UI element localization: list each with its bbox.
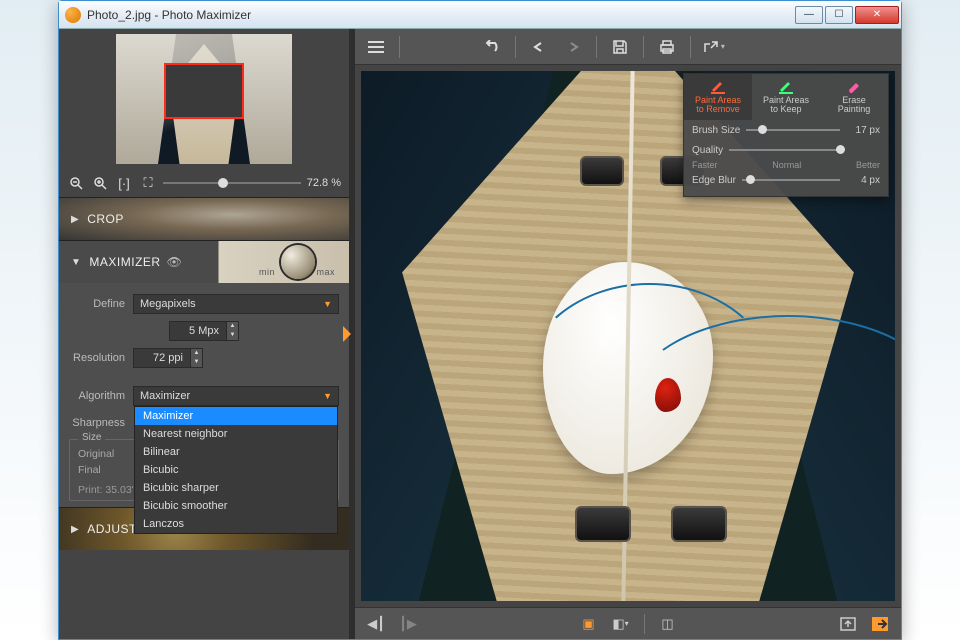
menu-icon[interactable] bbox=[361, 34, 391, 60]
redo-step-button[interactable] bbox=[558, 34, 588, 60]
dial-max-label: max bbox=[316, 267, 335, 277]
brush-size-slider[interactable] bbox=[746, 129, 840, 131]
edge-blur-label: Edge Blur bbox=[692, 175, 736, 186]
view-compare-button[interactable]: ◫ bbox=[655, 613, 681, 635]
maximizer-dial[interactable] bbox=[281, 245, 315, 279]
define-select[interactable]: Megapixels▼ bbox=[133, 294, 339, 314]
main-toolbar: ▾ bbox=[355, 29, 901, 65]
next-image-button[interactable]: ┃▶ bbox=[395, 613, 421, 635]
sharpness-label: Sharpness bbox=[69, 417, 133, 429]
section-crop-label: CROP bbox=[87, 212, 124, 226]
megapixel-spinner[interactable]: 5 Mpx▲▼ bbox=[169, 321, 239, 341]
visibility-icon[interactable]: 👁 bbox=[167, 255, 183, 269]
image-viewport[interactable]: Paint Areas to Remove Paint Areas to Kee… bbox=[355, 65, 901, 607]
algorithm-select[interactable]: Maximizer▼ MaximizerNearest neighborBili… bbox=[133, 386, 339, 406]
zoom-slider[interactable] bbox=[163, 174, 301, 192]
undo-button[interactable] bbox=[477, 34, 507, 60]
dial-min-label: min bbox=[259, 267, 275, 277]
app-icon bbox=[65, 7, 81, 23]
quality-slider[interactable] bbox=[729, 149, 840, 151]
quality-normal: Normal bbox=[772, 160, 801, 170]
viewport-selector[interactable] bbox=[164, 63, 244, 119]
resolution-label: Resolution bbox=[69, 352, 133, 364]
prev-image-button[interactable]: ◀┃ bbox=[363, 613, 389, 635]
print-button[interactable] bbox=[652, 34, 682, 60]
tab-paint-keep[interactable]: Paint Areas to Keep bbox=[752, 74, 820, 120]
thumbnail-navigator[interactable] bbox=[59, 29, 349, 169]
brush-size-value: 17 px bbox=[846, 125, 880, 136]
algorithm-label: Algorithm bbox=[69, 390, 133, 402]
algorithm-option[interactable]: Lanczos bbox=[135, 515, 337, 533]
undo-step-button[interactable] bbox=[524, 34, 554, 60]
expand-handle-icon[interactable] bbox=[343, 326, 351, 342]
algorithm-option[interactable]: Bicubic smoother bbox=[135, 497, 337, 515]
algorithm-option[interactable]: Bicubic sharper bbox=[135, 479, 337, 497]
bottom-toolbar: ◀┃ ┃▶ ▣ ◧▾ ◫ bbox=[355, 607, 901, 639]
chevron-right-icon: ▶ bbox=[71, 214, 79, 225]
save-button[interactable] bbox=[605, 34, 635, 60]
chevron-right-icon: ▶ bbox=[71, 524, 79, 535]
resolution-spinner[interactable]: 72 ppi▲▼ bbox=[133, 348, 203, 368]
paint-tools-panel[interactable]: Paint Areas to Remove Paint Areas to Kee… bbox=[683, 73, 889, 197]
size-group-label: Size bbox=[78, 432, 105, 443]
close-button[interactable]: ✕ bbox=[855, 6, 899, 24]
edge-blur-slider[interactable] bbox=[742, 179, 840, 181]
titlebar[interactable]: Photo_2.jpg - Photo Maximizer — ☐ ✕ bbox=[59, 1, 901, 29]
tab-erase[interactable]: Erase Painting bbox=[820, 74, 888, 120]
maximize-button[interactable]: ☐ bbox=[825, 6, 853, 24]
section-maximizer-label: MAXIMIZER bbox=[89, 255, 160, 269]
zoom-value: 72.8 % bbox=[307, 177, 341, 189]
algorithm-option[interactable]: Bicubic bbox=[135, 461, 337, 479]
quality-label: Quality bbox=[692, 145, 723, 156]
export-button[interactable]: ▾ bbox=[699, 34, 729, 60]
minimize-button[interactable]: — bbox=[795, 6, 823, 24]
zoom-in-icon[interactable] bbox=[91, 174, 109, 192]
final-label: Final bbox=[78, 464, 101, 476]
define-label: Define bbox=[69, 298, 133, 310]
zoom-out-icon[interactable] bbox=[67, 174, 85, 192]
chevron-down-icon: ▼ bbox=[71, 257, 81, 268]
section-crop-header[interactable]: ▶ CROP bbox=[59, 198, 349, 240]
upload-button[interactable] bbox=[835, 613, 861, 635]
algorithm-option[interactable]: Maximizer bbox=[135, 407, 337, 425]
algorithm-dropdown[interactable]: MaximizerNearest neighborBilinearBicubic… bbox=[134, 406, 338, 534]
tab-paint-remove[interactable]: Paint Areas to Remove bbox=[684, 74, 752, 120]
right-panel: ▾ Paint Areas to R bbox=[355, 29, 901, 639]
algorithm-option[interactable]: Bilinear bbox=[135, 443, 337, 461]
quality-faster: Faster bbox=[692, 160, 718, 170]
apply-button[interactable] bbox=[867, 613, 893, 635]
left-panel: [·] ⛶ 72.8 % ▶ CROP ▼ MAXIMIZER 👁 min bbox=[59, 29, 349, 639]
maximizer-panel: Define Megapixels▼ 5 Mpx▲▼ Resolution 72… bbox=[59, 283, 349, 507]
app-window: Photo_2.jpg - Photo Maximizer — ☐ ✕ [·] … bbox=[58, 0, 902, 640]
fit-screen-icon[interactable]: ⛶ bbox=[139, 174, 157, 192]
section-maximizer-header[interactable]: ▼ MAXIMIZER 👁 min max bbox=[59, 241, 349, 283]
quality-better: Better bbox=[856, 160, 880, 170]
fit-width-icon[interactable]: [·] bbox=[115, 174, 133, 192]
window-title: Photo_2.jpg - Photo Maximizer bbox=[87, 8, 251, 22]
brush-size-label: Brush Size bbox=[692, 125, 740, 136]
view-single-button[interactable]: ▣ bbox=[576, 613, 602, 635]
original-label: Original bbox=[78, 448, 114, 460]
algorithm-option[interactable]: Nearest neighbor bbox=[135, 425, 337, 443]
view-split-button[interactable]: ◧▾ bbox=[608, 613, 634, 635]
edge-blur-value: 4 px bbox=[846, 175, 880, 186]
